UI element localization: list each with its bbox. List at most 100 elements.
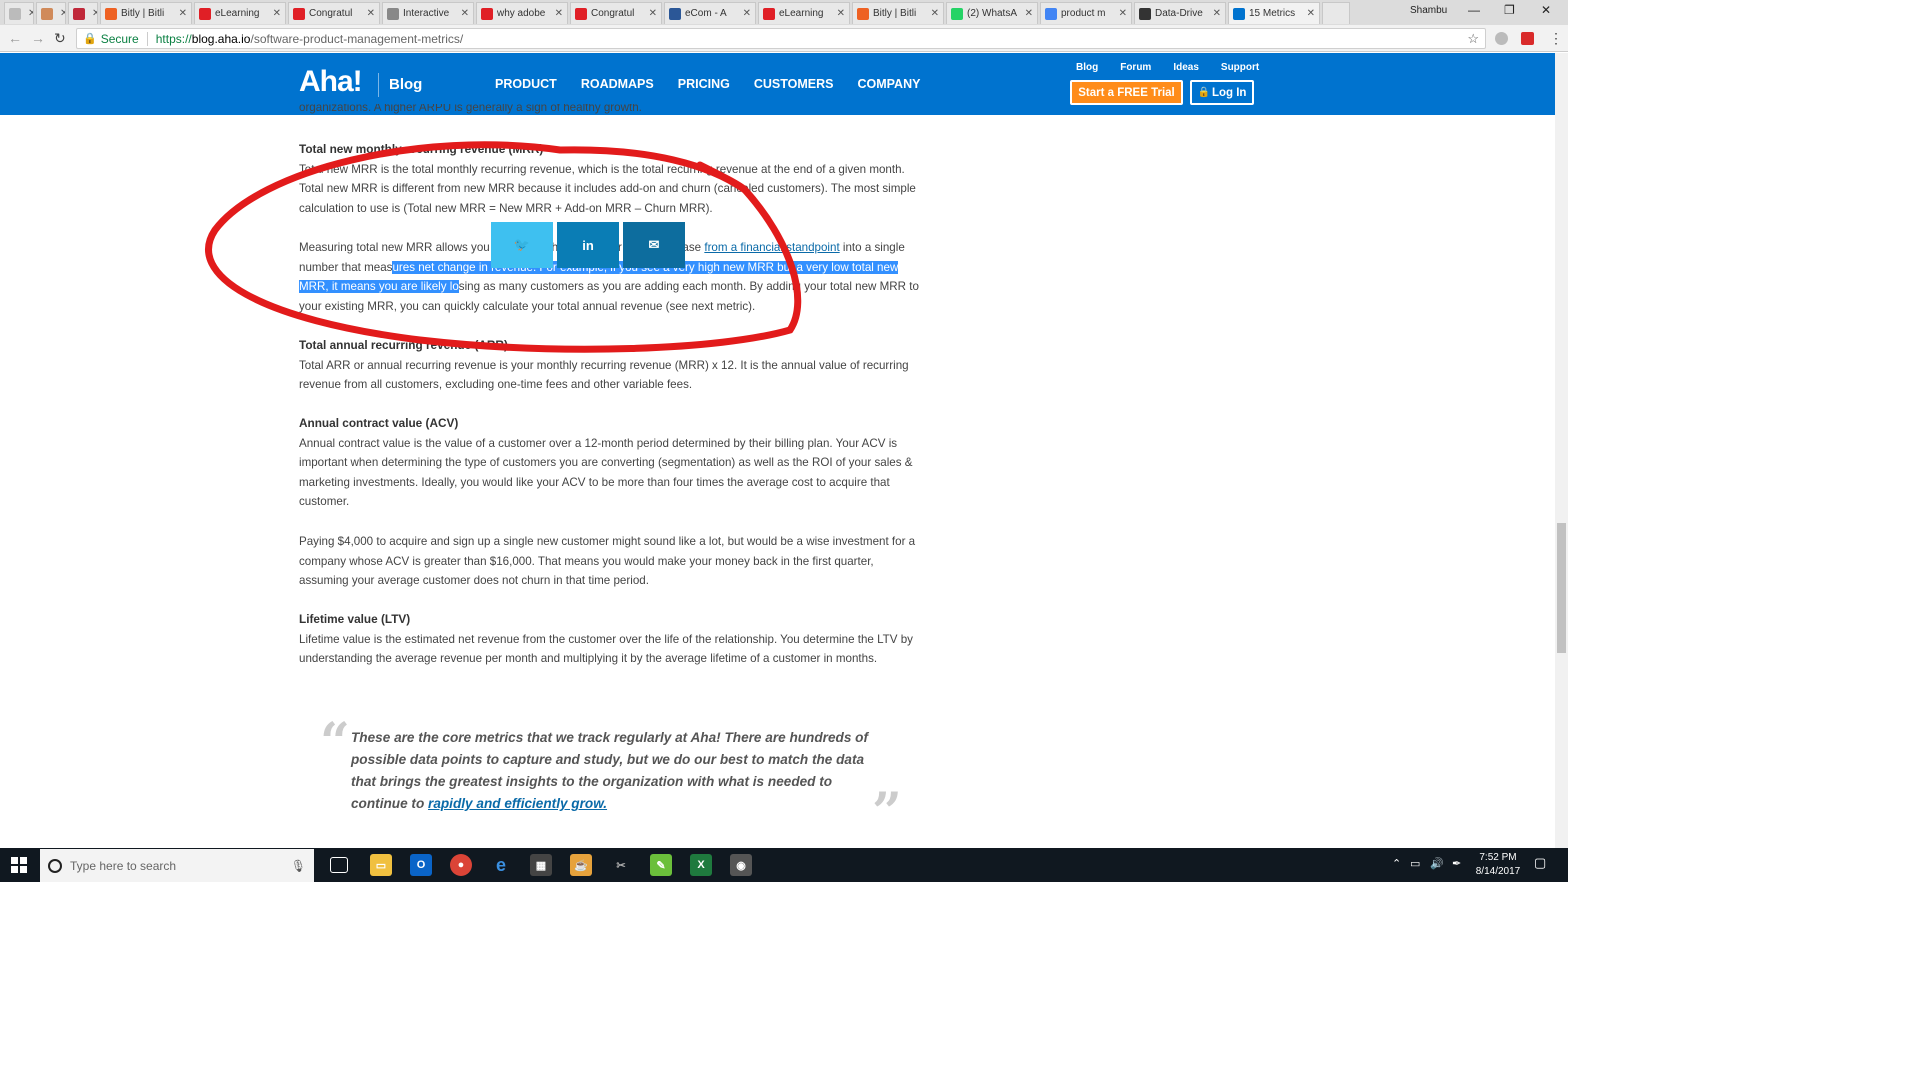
menu-icon[interactable]: ⋮ bbox=[1549, 30, 1563, 47]
back-icon[interactable]: ← bbox=[8, 30, 22, 46]
aha-logo[interactable]: Aha! bbox=[299, 65, 363, 99]
snipping-tool-icon[interactable]: ✂ bbox=[610, 854, 632, 876]
close-window-icon[interactable]: ✕ bbox=[1541, 3, 1551, 17]
divider bbox=[378, 73, 379, 97]
outlook-icon[interactable]: O bbox=[410, 854, 432, 876]
calculator-icon[interactable]: ▦ bbox=[530, 854, 552, 876]
task-view-icon[interactable] bbox=[330, 857, 348, 873]
nav-customers[interactable]: CUSTOMERS bbox=[754, 77, 834, 91]
nav-company[interactable]: COMPANY bbox=[857, 77, 920, 91]
reload-icon[interactable]: ↻ bbox=[54, 30, 66, 47]
restore-icon[interactable]: ❐ bbox=[1504, 3, 1515, 17]
new-tab-button[interactable] bbox=[1322, 2, 1350, 24]
bookmark-star-icon[interactable]: ☆ bbox=[1467, 31, 1479, 47]
twitter-icon: 🐦 bbox=[513, 237, 531, 252]
top-link-blog[interactable]: Blog bbox=[1076, 62, 1098, 73]
app-icon[interactable]: ◉ bbox=[730, 854, 752, 876]
browser-tab[interactable]: eLearning ✕ bbox=[194, 2, 286, 24]
tab-favicon-icon bbox=[73, 7, 85, 20]
login-button[interactable]: 🔒 Log In bbox=[1190, 80, 1254, 105]
browser-tab[interactable]: eCom - A ✕ bbox=[664, 2, 756, 24]
notepad-icon[interactable]: ✎ bbox=[650, 854, 672, 876]
minimize-icon[interactable]: — bbox=[1468, 3, 1480, 17]
notifications-icon[interactable]: ▢ bbox=[1534, 855, 1546, 871]
financial-standpoint-link[interactable]: from a financial standpoint bbox=[704, 241, 839, 254]
tab-close-icon[interactable]: ✕ bbox=[28, 8, 33, 19]
network-icon[interactable]: ▭ bbox=[1410, 857, 1420, 870]
tab-close-icon[interactable]: ✕ bbox=[367, 8, 375, 19]
tab-close-icon[interactable]: ✕ bbox=[649, 8, 657, 19]
tab-favicon-icon bbox=[857, 7, 869, 20]
tab-close-icon[interactable]: ✕ bbox=[743, 8, 751, 19]
browser-tab[interactable]: ✕ bbox=[68, 2, 98, 24]
browser-tab[interactable]: product m ✕ bbox=[1040, 2, 1132, 24]
browser-tab[interactable]: eLearning ✕ bbox=[758, 2, 850, 24]
tab-close-icon[interactable]: ✕ bbox=[60, 8, 65, 19]
url-input[interactable]: 🔒 Secure https://blog.aha.io/software-pr… bbox=[76, 28, 1486, 49]
page-scrollbar[interactable] bbox=[1555, 53, 1568, 848]
browser-tab[interactable]: Congratul ✕ bbox=[288, 2, 380, 24]
browser-tab[interactable]: Interactive ✕ bbox=[382, 2, 474, 24]
tab-close-icon[interactable]: ✕ bbox=[461, 8, 469, 19]
browser-tab[interactable]: (2) WhatsA ✕ bbox=[946, 2, 1038, 24]
rapidly-grow-link[interactable]: rapidly and efficiently grow. bbox=[428, 796, 607, 811]
extension-icon[interactable] bbox=[1495, 32, 1508, 45]
pen-icon[interactable]: ✒ bbox=[1452, 857, 1461, 870]
twitter-share-button[interactable]: 🐦 bbox=[491, 222, 553, 268]
taskbar-search-input[interactable]: Type here to search 🎙 bbox=[40, 849, 314, 882]
secure-label: Secure bbox=[100, 31, 139, 46]
browser-tab[interactable]: 15 Metrics ✕ bbox=[1228, 2, 1320, 24]
browser-tab[interactable]: Congratul ✕ bbox=[570, 2, 662, 24]
excel-icon[interactable]: X bbox=[690, 854, 712, 876]
tab-close-icon[interactable]: ✕ bbox=[1025, 8, 1033, 19]
volume-icon[interactable]: 🔊 bbox=[1430, 857, 1444, 870]
main-nav: PRODUCT ROADMAPS PRICING CUSTOMERS COMPA… bbox=[495, 77, 920, 91]
pull-quote: These are the core metrics that we track… bbox=[351, 727, 871, 815]
top-link-support[interactable]: Support bbox=[1221, 62, 1259, 73]
edge-icon[interactable]: e bbox=[490, 854, 512, 876]
top-link-forum[interactable]: Forum bbox=[1120, 62, 1151, 73]
browser-tab[interactable]: why adobe ✕ bbox=[476, 2, 568, 24]
divider bbox=[146, 31, 148, 46]
browser-tab[interactable]: ✕ bbox=[36, 2, 66, 24]
email-share-button[interactable]: ✉ bbox=[623, 222, 685, 268]
chrome-icon[interactable]: ● bbox=[450, 854, 472, 876]
tab-close-icon[interactable]: ✕ bbox=[1213, 8, 1221, 19]
system-clock[interactable]: 7:52 PM 8/14/2017 bbox=[1468, 851, 1528, 879]
section-acv: Annual contract value (ACV) Annual contr… bbox=[299, 414, 924, 512]
browser-tab[interactable]: Bitly | Bitli ✕ bbox=[852, 2, 944, 24]
nav-product[interactable]: PRODUCT bbox=[495, 77, 557, 91]
tab-close-icon[interactable]: ✕ bbox=[1307, 8, 1315, 19]
start-button[interactable] bbox=[0, 848, 38, 882]
tab-close-icon[interactable]: ✕ bbox=[92, 8, 97, 19]
java-icon[interactable]: ☕ bbox=[570, 854, 592, 876]
free-trial-button[interactable]: Start a FREE Trial bbox=[1070, 80, 1183, 105]
nav-pricing[interactable]: PRICING bbox=[678, 77, 730, 91]
tab-close-icon[interactable]: ✕ bbox=[555, 8, 563, 19]
top-link-ideas[interactable]: Ideas bbox=[1173, 62, 1199, 73]
browser-tab[interactable]: Data-Drive ✕ bbox=[1134, 2, 1226, 24]
tab-close-icon[interactable]: ✕ bbox=[931, 8, 939, 19]
browser-tab[interactable]: Bitly | Bitli ✕ bbox=[100, 2, 192, 24]
profile-name[interactable]: Shambu bbox=[1410, 5, 1447, 16]
browser-tab[interactable]: ✕ bbox=[4, 2, 34, 24]
tab-favicon-icon bbox=[951, 7, 963, 20]
forward-icon[interactable]: → bbox=[31, 30, 45, 46]
extension-icon[interactable] bbox=[1521, 32, 1534, 45]
linkedin-share-button[interactable]: in bbox=[557, 222, 619, 268]
scrollbar-thumb[interactable] bbox=[1557, 523, 1566, 653]
paragraph: Lifetime value is the estimated net reve… bbox=[299, 632, 913, 666]
tab-close-icon[interactable]: ✕ bbox=[179, 8, 187, 19]
tab-close-icon[interactable]: ✕ bbox=[273, 8, 281, 19]
tab-close-icon[interactable]: ✕ bbox=[837, 8, 845, 19]
open-quote-icon: “ bbox=[320, 712, 350, 773]
tab-favicon-icon bbox=[1045, 7, 1057, 20]
browser-tab-strip: Shambu — ❐ ✕ ✕ ✕ ✕ Bitly | Bitli ✕ eLearning ✕… bbox=[0, 0, 1568, 25]
blog-label[interactable]: Blog bbox=[389, 76, 422, 93]
file-explorer-icon[interactable]: ▭ bbox=[370, 854, 392, 876]
paragraph: Total ARR or annual recurring revenue is… bbox=[299, 358, 909, 392]
chevron-up-icon[interactable]: ⌃ bbox=[1392, 857, 1401, 870]
microphone-icon[interactable]: 🎙 bbox=[291, 859, 306, 873]
nav-roadmaps[interactable]: ROADMAPS bbox=[581, 77, 654, 91]
tab-close-icon[interactable]: ✕ bbox=[1119, 8, 1127, 19]
